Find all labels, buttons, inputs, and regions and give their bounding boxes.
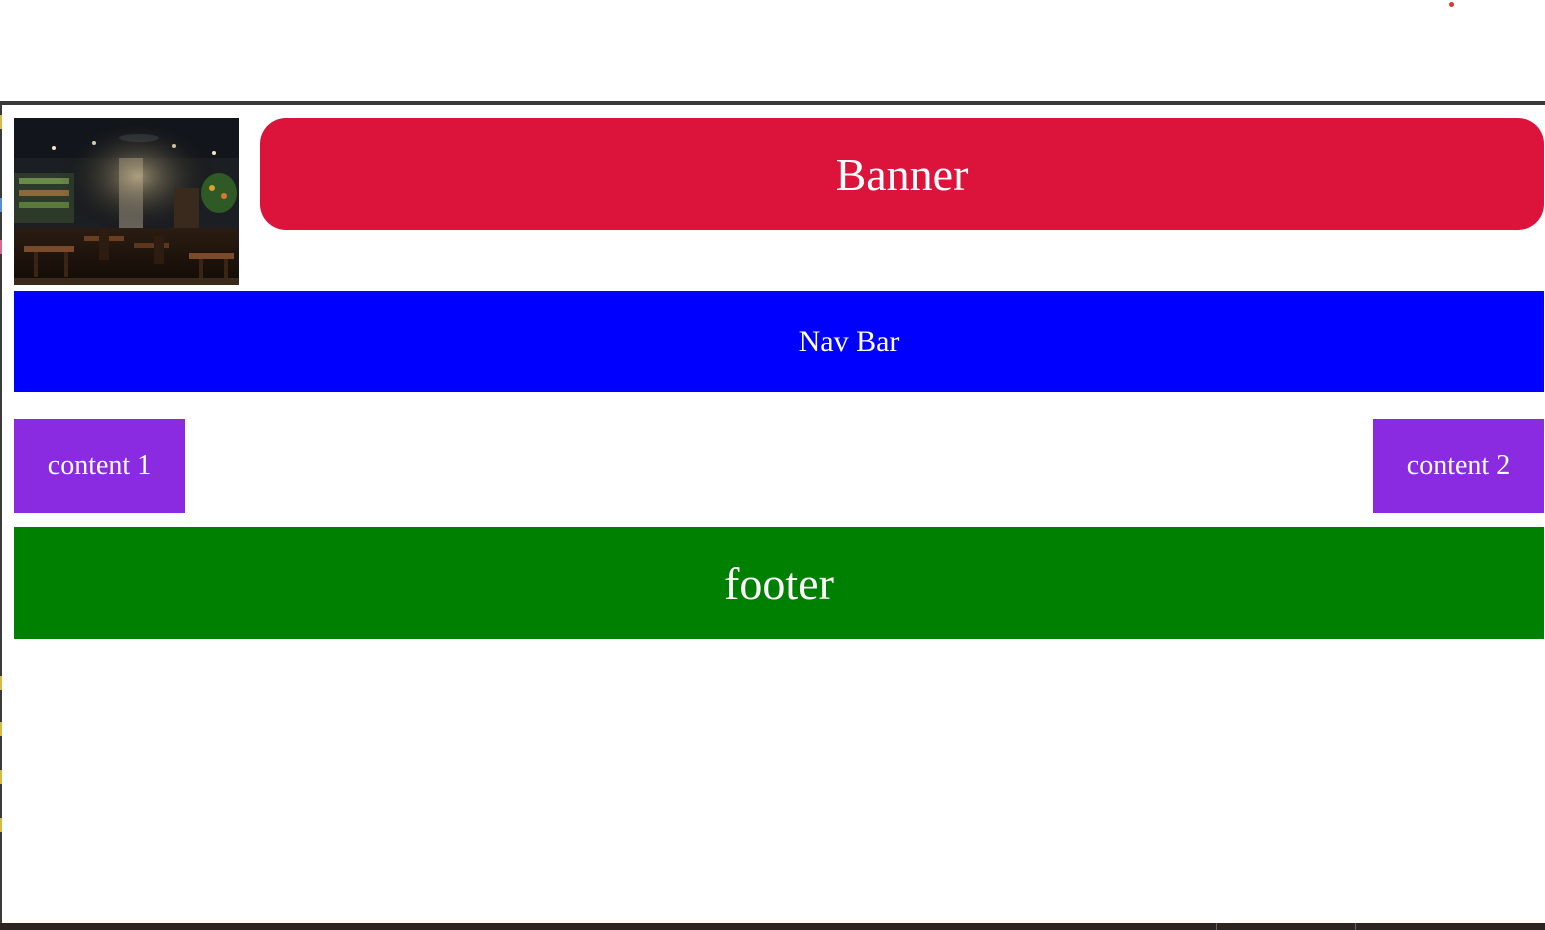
edge-mark [0, 198, 2, 212]
edge-mark [0, 722, 2, 736]
top-blank-area [0, 0, 1545, 101]
edge-mark [0, 676, 2, 690]
edge-mark [0, 240, 2, 254]
edge-mark [0, 818, 2, 832]
content-2-box: content 2 [1373, 419, 1544, 513]
nav-bar[interactable]: Nav Bar [14, 291, 1544, 392]
taskbar-edge [0, 923, 1545, 930]
restaurant-photo [14, 118, 239, 285]
indicator-dot [1449, 2, 1454, 7]
footer: footer [14, 527, 1544, 639]
banner: Banner [260, 118, 1544, 230]
edge-mark [0, 115, 2, 129]
edge-mark [0, 770, 2, 784]
content-1-box: content 1 [14, 419, 185, 513]
